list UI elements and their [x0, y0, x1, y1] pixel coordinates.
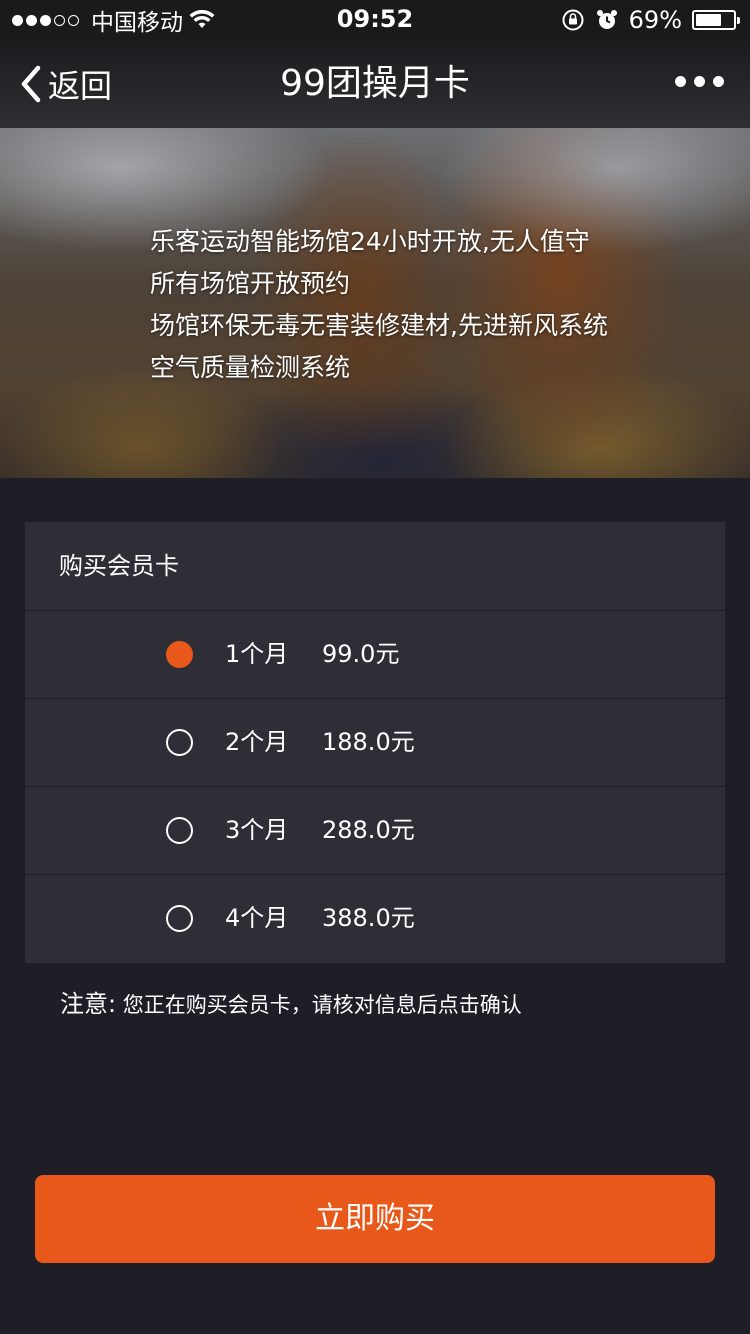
buy-now-button[interactable]: 立即购买: [35, 1175, 715, 1263]
alarm-icon: [596, 10, 617, 29]
page-title: 99团操月卡: [280, 63, 470, 104]
option-duration: 3个月: [225, 816, 289, 844]
membership-option-1-month[interactable]: 1个月 99.0元: [25, 611, 725, 699]
banner-line: 空气质量检测系统: [150, 353, 351, 382]
banner-line: 场馆环保无毒无害装修建材,先进新风系统: [150, 311, 608, 340]
option-price: 99.0元: [322, 640, 400, 668]
more-dot: [713, 76, 724, 87]
option-price: 188.0元: [322, 728, 415, 756]
app-screen: 中国移动 09:52 69% 返回 99团操月卡 乐客运动智能场馆24小时开放,…: [0, 0, 750, 1334]
option-duration: 1个月: [225, 640, 289, 668]
option-duration: 4个月: [225, 904, 289, 932]
panel-header: 购买会员卡: [25, 522, 725, 611]
radio-button[interactable]: [166, 641, 193, 668]
nav-bar: 返回 99团操月卡: [0, 40, 750, 128]
venue-banner-image: 乐客运动智能场馆24小时开放,无人值守 所有场馆开放预约 场馆环保无毒无害装修建…: [0, 128, 750, 478]
more-dot: [675, 76, 686, 87]
membership-option-4-month[interactable]: 4个月 388.0元: [25, 875, 725, 963]
banner-text: 乐客运动智能场馆24小时开放,无人值守 所有场馆开放预约 场馆环保无毒无害装修建…: [150, 221, 608, 389]
back-button[interactable]: 返回: [20, 62, 112, 106]
battery-icon: [692, 10, 740, 30]
membership-option-2-month[interactable]: 2个月 188.0元: [25, 699, 725, 787]
membership-purchase-panel: 购买会员卡 1个月 99.0元 2个月 188.0元 3个月 288.0元 4个…: [25, 522, 725, 963]
option-price: 388.0元: [322, 904, 415, 932]
battery-percent: 69%: [628, 6, 682, 34]
more-dot: [694, 76, 705, 87]
back-label: 返回: [48, 67, 113, 105]
banner-line: 所有场馆开放预约: [150, 269, 351, 298]
radio-button[interactable]: [166, 817, 193, 844]
radio-button[interactable]: [166, 729, 193, 756]
purchase-notice: 注意: 您正在购买会员卡，请核对信息后点击确认: [60, 984, 522, 1025]
notice-text: 您正在购买会员卡，请核对信息后点击确认: [122, 993, 522, 1017]
option-price: 288.0元: [322, 816, 415, 844]
membership-option-3-month[interactable]: 3个月 288.0元: [25, 787, 725, 875]
status-right: 69%: [561, 5, 740, 35]
rotation-lock-icon: [562, 9, 584, 31]
status-bar: 中国移动 09:52 69%: [0, 0, 750, 40]
chevron-left-icon: [21, 65, 41, 103]
notice-label: 注意:: [60, 990, 117, 1018]
option-duration: 2个月: [225, 728, 289, 756]
radio-button[interactable]: [166, 905, 193, 932]
banner-line: 乐客运动智能场馆24小时开放,无人值守: [150, 227, 590, 256]
battery-fill: [696, 14, 721, 26]
more-options-button[interactable]: [675, 76, 724, 87]
